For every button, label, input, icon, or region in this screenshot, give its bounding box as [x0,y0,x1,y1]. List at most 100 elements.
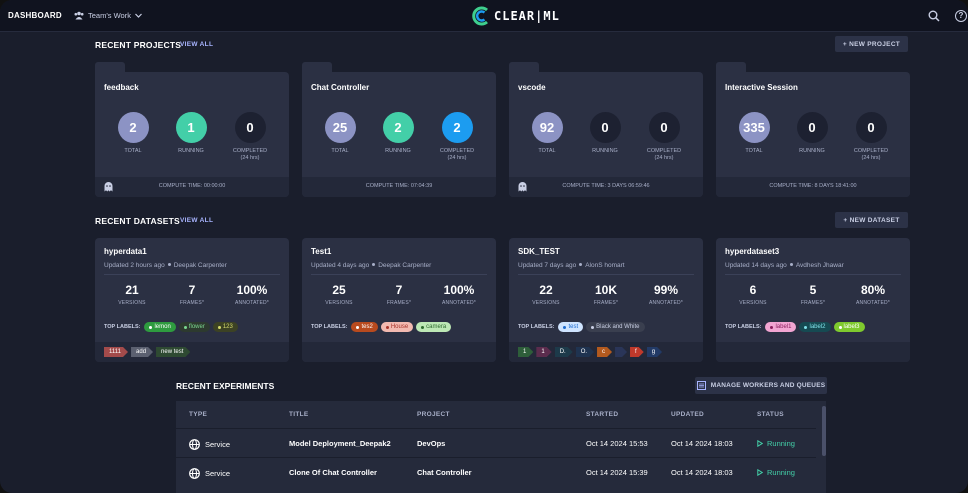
project-card[interactable]: feedback 2 TOTAL 1 RUNNING 0 COMPLETED (24 hrs)… [95,62,289,197]
tag[interactable]: f [630,347,644,357]
compute-time: COMPUTE TIME: 8 DAYS 18:41:00 [769,183,857,189]
tag[interactable]: O. [576,347,594,357]
label-chip[interactable]: test [558,322,584,332]
stat-sublabel: (24 hrs) [861,154,881,161]
projects-view-all-link[interactable]: VIEW ALL [180,41,213,48]
tag[interactable]: D. [555,347,573,357]
running-label: RUNNING [373,148,423,155]
workspace-selector[interactable]: Team's Work [74,11,142,20]
annotated-label: ANNOTATED* [855,300,891,306]
project-card[interactable]: vscode 92 TOTAL 0 RUNNING 0 COMPLETED (24 hrs) C… [509,62,703,197]
datasets-view-all-link[interactable]: VIEW ALL [180,217,213,224]
dataset-name: hyperdata1 [104,247,147,256]
top-labels: TOP LABELS: lemon flower 123 [104,322,238,332]
dataset-stat-frames: 10K FRAMES* [575,283,637,306]
label-chip[interactable]: label2 [799,322,831,332]
table-scrollbar[interactable] [822,406,826,456]
label-chip[interactable]: tes2 [351,322,378,332]
project-card[interactable]: Chat Controller 25 TOTAL 2 RUNNING 2 COMPLETED… [302,62,496,197]
stat-label-text: TOTAL [331,148,349,154]
help-icon[interactable]: ? [955,10,967,22]
versions-value: 6 [749,283,757,297]
total-label: TOTAL [729,148,779,155]
label-text: flower [188,324,205,330]
dataset-card[interactable]: hyperdata1 Updated 2 hours ago Deepak Carp… [95,238,289,362]
table-header: TYPE TITLE PROJECT STARTED UPDATED STATUS [176,401,826,428]
label-dot [770,325,774,329]
updated-cell: Oct 14 2024 18:03 [671,468,733,477]
table-row[interactable]: Service Model Deployment_Deepak2 DevOps Oct… [176,428,816,456]
project-card-body: Chat Controller 25 TOTAL 2 RUNNING 2 COMPLETED… [302,72,496,197]
title-cell: Model Deployment_Deepak2 [289,439,391,448]
frames-value: 7 [395,283,403,297]
type-cell: Service [189,439,230,450]
tag[interactable]: g [647,347,662,357]
queue-icon [696,381,706,390]
dataset-stat-frames: 5 FRAMES* [782,283,844,306]
dataset-stat-versions: 22 VERSIONS [515,283,577,306]
dataset-card[interactable]: hyperdataset3 Updated 14 days ago Avdhesh … [716,238,910,362]
dataset-card[interactable]: Test1 Updated 4 days ago Deepak Carpenter 2… [302,238,496,362]
label-text: tes2 [361,324,373,330]
column-header[interactable]: STARTED [586,411,618,418]
label-dot [838,325,842,329]
dataset-card-footer [302,342,496,362]
project-card[interactable]: Interactive Session 335 TOTAL 0 RUNNING 0 COMP… [716,62,910,197]
label-chip[interactable]: label1 [765,322,797,332]
label-text: label2 [809,324,826,330]
tag[interactable]: c [597,347,612,357]
dataset-stat-frames: 7 FRAMES* [161,283,223,306]
running-label: RUNNING [166,148,216,155]
tag[interactable]: 1111 [104,347,128,357]
column-header[interactable]: UPDATED [671,411,704,418]
versions-value: 22 [539,283,553,297]
column-header[interactable]: TYPE [189,411,207,418]
tag[interactable]: 1 [518,347,533,357]
label-chip[interactable]: flower [178,322,210,332]
divider [725,274,901,275]
label-dot [421,325,425,329]
project-stat-total: 335 TOTAL [729,112,779,155]
label-chip[interactable]: House [380,322,414,332]
annotated-label: ANNOTATED* [441,300,477,306]
divider [104,274,280,275]
project-name: feedback [104,83,139,92]
tag[interactable]: add [131,347,153,357]
running-count: 0 [589,112,621,143]
stat-sublabel: (24 hrs) [447,154,467,161]
running-count: 1 [175,112,207,143]
logo-mark-icon [472,6,488,26]
column-header[interactable]: STATUS [757,411,784,418]
started-cell: Oct 14 2024 15:53 [586,439,648,448]
frames-label: FRAMES* [800,300,826,306]
column-header[interactable]: TITLE [289,411,309,418]
tag[interactable]: 1 [536,347,551,357]
label-chip[interactable]: lemon [144,322,176,332]
label-chip[interactable]: label3 [833,322,865,332]
dataset-card[interactable]: SDK_TEST Updated 7 days ago AlonS homart 22… [509,238,703,362]
dataset-card-footer [716,342,910,362]
manage-workers-button[interactable]: MANAGE WORKERS AND QUEUES [695,377,827,394]
label-chip[interactable]: 123 [212,322,238,332]
label-dot [183,325,187,329]
dataset-stat-versions: 21 VERSIONS [101,283,163,306]
total-label: TOTAL [108,148,158,155]
label-dot [385,325,389,329]
tag[interactable]: new test [156,347,190,357]
updated-time: Updated 14 days ago [725,262,787,269]
column-header[interactable]: PROJECT [417,411,450,418]
tag[interactable] [615,347,627,357]
clearml-logo[interactable]: CLEAR|ML [471,5,560,27]
frames-label: FRAMES* [593,300,619,306]
completed-count: 0 [234,112,266,143]
project-stat-total: 2 TOTAL [108,112,158,155]
updated-cell: Oct 14 2024 18:03 [671,439,733,448]
frames-value: 5 [809,283,817,297]
search-icon[interactable] [928,10,940,22]
table-row[interactable]: Service Clone Of Chat Controller Chat Cont… [176,457,816,485]
label-text: lemon [154,324,171,330]
new-dataset-button[interactable]: + NEW DATASET [835,212,908,228]
label-chip[interactable]: Black and White [586,322,645,332]
new-project-button[interactable]: + NEW PROJECT [835,36,908,52]
label-chip[interactable]: camera [416,322,452,332]
